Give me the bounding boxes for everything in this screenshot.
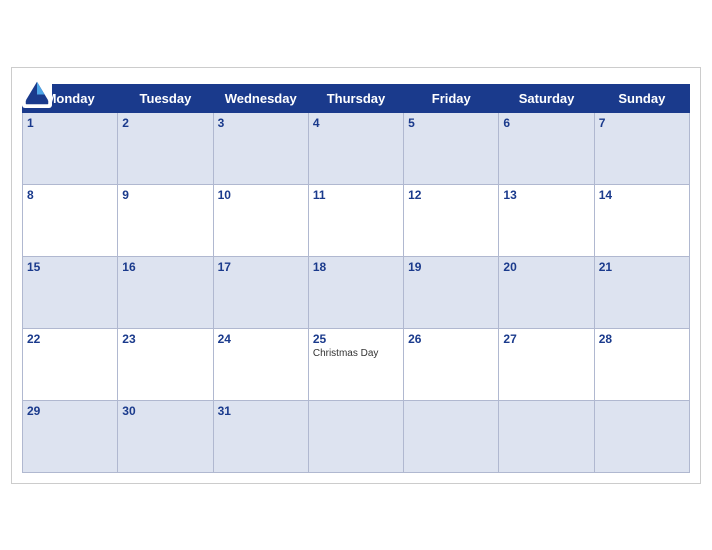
calendar-cell: 20 [499,256,594,328]
calendar-cell: 11 [308,184,403,256]
calendar-cell: 1 [23,112,118,184]
calendar-cell: 17 [213,256,308,328]
weekday-header-sunday: Sunday [594,84,689,112]
calendar-cell: 8 [23,184,118,256]
calendar-cell: 30 [118,400,213,472]
calendar-cell: 15 [23,256,118,328]
calendar-cell: 4 [308,112,403,184]
calendar-cell: 14 [594,184,689,256]
weekday-header-tuesday: Tuesday [118,84,213,112]
calendar-table: MondayTuesdayWednesdayThursdayFridaySatu… [22,84,690,473]
calendar-cell: 13 [499,184,594,256]
day-number: 26 [408,332,494,346]
week-row-5: 29 30 31 [23,400,690,472]
weekday-header-saturday: Saturday [499,84,594,112]
calendar-cell [594,400,689,472]
day-number: 17 [218,260,304,274]
calendar-cell: 25 Christmas Day [308,328,403,400]
day-number: 19 [408,260,494,274]
day-number: 24 [218,332,304,346]
calendar-cell [308,400,403,472]
calendar-cell: 24 [213,328,308,400]
day-number: 2 [122,116,208,130]
day-number: 16 [122,260,208,274]
day-number: 11 [313,188,399,202]
calendar-cell: 3 [213,112,308,184]
day-number: 9 [122,188,208,202]
week-row-4: 22 23 24 25 Christmas Day 26 27 28 [23,328,690,400]
day-number: 12 [408,188,494,202]
day-number: 29 [27,404,113,418]
day-number: 14 [599,188,685,202]
week-row-1: 1234567 [23,112,690,184]
calendar-thead: MondayTuesdayWednesdayThursdayFridaySatu… [23,84,690,112]
calendar-cell: 29 [23,400,118,472]
day-number: 15 [27,260,113,274]
day-number: 25 [313,332,399,346]
day-number: 10 [218,188,304,202]
weekday-header-thursday: Thursday [308,84,403,112]
day-number: 6 [503,116,589,130]
day-number: 31 [218,404,304,418]
calendar-cell: 16 [118,256,213,328]
day-number: 27 [503,332,589,346]
day-number: 4 [313,116,399,130]
day-number: 5 [408,116,494,130]
day-number: 20 [503,260,589,274]
calendar-cell: 23 [118,328,213,400]
day-number: 8 [27,188,113,202]
calendar-cell: 2 [118,112,213,184]
calendar-cell: 31 [213,400,308,472]
day-number: 30 [122,404,208,418]
calendar-cell: 27 [499,328,594,400]
calendar-cell: 5 [404,112,499,184]
day-number: 18 [313,260,399,274]
calendar-cell [499,400,594,472]
calendar-cell: 12 [404,184,499,256]
calendar-cell: 28 [594,328,689,400]
day-number: 1 [27,116,113,130]
day-number: 21 [599,260,685,274]
calendar-cell: 10 [213,184,308,256]
logo-area [22,78,56,108]
weekday-header-row: MondayTuesdayWednesdayThursdayFridaySatu… [23,84,690,112]
calendar-tbody: 1234567891011121314151617181920212223242… [23,112,690,472]
calendar-cell: 18 [308,256,403,328]
day-number: 22 [27,332,113,346]
calendar-cell: 21 [594,256,689,328]
week-row-2: 89 10 11 12 13 14 [23,184,690,256]
logo-icon [22,78,52,108]
day-number: 23 [122,332,208,346]
calendar-cell: 7 [594,112,689,184]
day-number: 3 [218,116,304,130]
calendar-cell: 22 [23,328,118,400]
weekday-header-friday: Friday [404,84,499,112]
day-number: 28 [599,332,685,346]
weekday-header-wednesday: Wednesday [213,84,308,112]
calendar-cell: 6 [499,112,594,184]
calendar-cell [404,400,499,472]
calendar-cell: 9 [118,184,213,256]
calendar-cell: 26 [404,328,499,400]
day-number: 7 [599,116,685,130]
day-number: 13 [503,188,589,202]
calendar-container: MondayTuesdayWednesdayThursdayFridaySatu… [11,67,701,484]
calendar-cell: 19 [404,256,499,328]
holiday-label: Christmas Day [313,348,399,359]
week-row-3: 15 16 17 18 19 20 21 [23,256,690,328]
